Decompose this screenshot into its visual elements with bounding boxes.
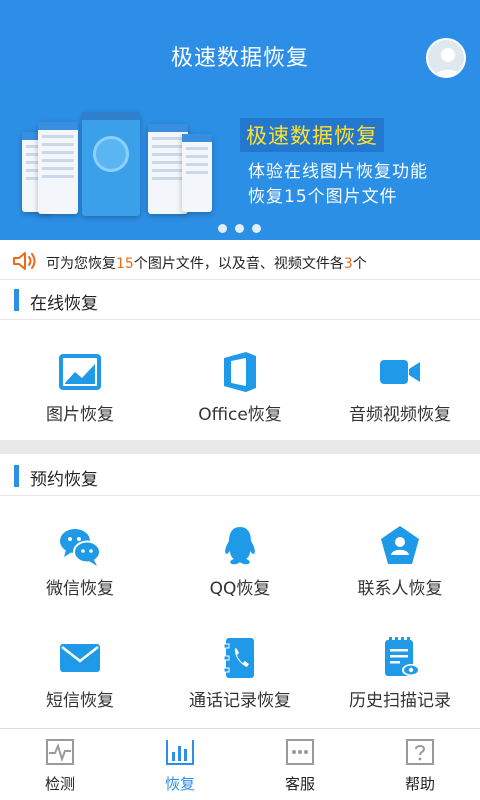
image-count: 15 bbox=[116, 256, 134, 272]
call-log-icon bbox=[223, 638, 254, 678]
reserve-section-header: 预约恢复 bbox=[0, 456, 480, 496]
qq-recovery-button[interactable]: QQ恢复 bbox=[160, 506, 320, 616]
page-dot[interactable] bbox=[235, 224, 244, 233]
qq-icon bbox=[225, 527, 255, 565]
user-icon bbox=[428, 40, 464, 76]
question-icon bbox=[406, 739, 434, 765]
section-divider bbox=[0, 440, 480, 454]
tab-label: 客服 bbox=[284, 775, 315, 793]
image-recovery-button[interactable]: 图片恢复 bbox=[0, 330, 160, 440]
grid-label: QQ恢复 bbox=[209, 579, 271, 599]
av-count: 3 bbox=[343, 256, 353, 272]
call-log-recovery-button[interactable]: 通话记录恢复 bbox=[160, 618, 320, 728]
online-section-header: 在线恢复 bbox=[0, 280, 480, 320]
office-recovery-button[interactable]: Office恢复 bbox=[160, 330, 320, 440]
contact-icon bbox=[381, 526, 419, 564]
tab-service[interactable]: 客服 bbox=[240, 729, 360, 800]
grid-label: 音频视频恢复 bbox=[349, 405, 451, 425]
office-icon bbox=[224, 352, 256, 392]
chat-dots-icon bbox=[286, 739, 314, 765]
tab-recover[interactable]: 恢复 bbox=[120, 729, 240, 800]
scan-history-icon bbox=[385, 637, 420, 676]
heartbeat-icon bbox=[46, 739, 74, 765]
banner-title: 极速数据恢复 bbox=[240, 118, 384, 152]
bar-chart-icon bbox=[166, 740, 194, 765]
section-accent bbox=[14, 465, 19, 487]
banner-phones-illustration bbox=[18, 106, 218, 226]
av-recovery-button[interactable]: 音频视频恢复 bbox=[320, 330, 480, 440]
page-dot[interactable] bbox=[218, 224, 227, 233]
envelope-icon bbox=[60, 644, 100, 672]
wechat-recovery-button[interactable]: 微信恢复 bbox=[0, 506, 160, 616]
notice-text: 可为您恢复15个图片文件，以及音、视频文件各3个 bbox=[46, 256, 367, 272]
grid-label: 微信恢复 bbox=[46, 579, 114, 599]
page-dot[interactable] bbox=[252, 224, 261, 233]
scan-history-button[interactable]: 历史扫描记录 bbox=[320, 618, 480, 728]
grid-label: 短信恢复 bbox=[46, 691, 114, 711]
grid-label: 联系人恢复 bbox=[357, 579, 443, 599]
banner-subtitle-2: 恢复15个图片文件 bbox=[248, 187, 398, 207]
grid-label: 图片恢复 bbox=[46, 405, 114, 425]
video-camera-icon bbox=[380, 360, 420, 384]
tab-detect[interactable]: 检测 bbox=[0, 729, 120, 800]
wechat-icon bbox=[60, 529, 101, 566]
banner-page-indicator bbox=[218, 224, 268, 234]
page-title: 极速数据恢复 bbox=[170, 46, 309, 71]
section-accent bbox=[14, 289, 19, 311]
tab-label: 检测 bbox=[44, 775, 75, 793]
bottom-tab-bar: 检测 恢复 客服 帮助 bbox=[0, 728, 480, 800]
grid-label: 历史扫描记录 bbox=[349, 691, 451, 711]
tab-label: 恢复 bbox=[164, 775, 195, 793]
grid-label: 通话记录恢复 bbox=[189, 691, 291, 711]
contact-recovery-button[interactable]: 联系人恢复 bbox=[320, 506, 480, 616]
tab-help[interactable]: 帮助 bbox=[360, 729, 480, 800]
sms-recovery-button[interactable]: 短信恢复 bbox=[0, 618, 160, 728]
section-title: 在线恢复 bbox=[30, 294, 98, 314]
image-icon bbox=[59, 354, 101, 390]
notice-bar: 可为您恢复15个图片文件，以及音、视频文件各3个 bbox=[0, 242, 480, 280]
app-header: 极速数据恢复 bbox=[0, 0, 480, 88]
banner-subtitle-1: 体验在线图片恢复功能 bbox=[248, 162, 428, 182]
tab-label: 帮助 bbox=[404, 775, 435, 793]
speaker-icon bbox=[13, 252, 36, 270]
avatar[interactable] bbox=[426, 38, 466, 78]
section-title: 预约恢复 bbox=[30, 470, 98, 490]
grid-label: Office恢复 bbox=[198, 405, 282, 425]
